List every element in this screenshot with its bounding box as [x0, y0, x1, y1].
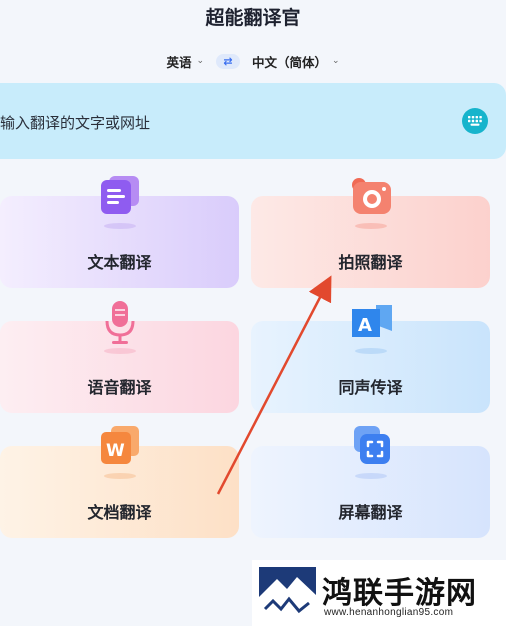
- watermark-logo: [259, 567, 316, 621]
- swap-arrows-icon: ⇄: [223, 54, 233, 68]
- feature-label: 文档翻译: [87, 503, 152, 522]
- keyboard-icon: [468, 116, 482, 126]
- feature-card-voice-translate[interactable]: 语音翻译: [0, 301, 239, 413]
- app-title: 超能翻译官: [205, 7, 301, 29]
- source-language-label: 英语: [166, 54, 192, 70]
- watermark-title: 鸿联手游网: [322, 576, 477, 611]
- input-placeholder: 输入翻译的文字或网址: [0, 114, 151, 132]
- microphone-icon: [104, 301, 136, 354]
- screen-translate-icon: [354, 426, 390, 479]
- target-language-select[interactable]: 中文（简体） ⌄: [252, 52, 340, 71]
- simultaneous-interpretation-icon: A: [352, 305, 392, 354]
- language-selector: 英语 ⌄ ⇄ 中文（简体） ⌄: [0, 50, 506, 72]
- chevron-down-icon: ⌄: [332, 56, 340, 66]
- feature-label: 语音翻译: [87, 378, 152, 397]
- camera-icon: [352, 178, 391, 229]
- chevron-down-icon: ⌄: [196, 56, 204, 66]
- feature-card-text-translate[interactable]: 文本翻译: [0, 176, 239, 288]
- source-language-select[interactable]: 英语 ⌄: [166, 52, 204, 71]
- translate-input-box[interactable]: 输入翻译的文字或网址: [0, 83, 506, 159]
- word-document-icon: W: [101, 426, 139, 479]
- feature-label: 屏幕翻译: [338, 503, 403, 522]
- swap-languages-button[interactable]: ⇄: [216, 53, 240, 69]
- svg-text:A: A: [358, 315, 372, 336]
- keyboard-button[interactable]: [462, 108, 488, 134]
- feature-card-photo-translate[interactable]: 拍照翻译: [251, 178, 490, 288]
- feature-label: 同声传译: [338, 378, 403, 397]
- feature-label: 拍照翻译: [338, 253, 403, 272]
- svg-text:W: W: [106, 441, 125, 461]
- document-text-icon: [101, 176, 139, 229]
- feature-label: 文本翻译: [87, 253, 152, 272]
- watermark-url: www.henanhonglian95.com: [324, 607, 454, 618]
- target-language-label: 中文（简体）: [252, 54, 328, 70]
- feature-card-screen-translate[interactable]: 屏幕翻译: [251, 426, 490, 538]
- feature-card-simultaneous-interpretation[interactable]: A 同声传译: [251, 305, 490, 413]
- feature-card-document-translate[interactable]: W 文档翻译: [0, 426, 239, 538]
